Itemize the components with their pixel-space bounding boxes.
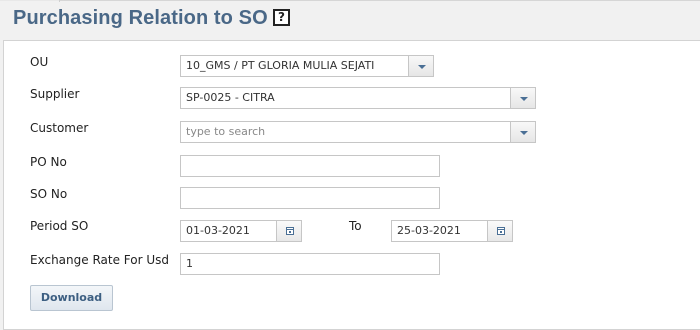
calendar-icon xyxy=(286,227,294,235)
so-no-label: SO No xyxy=(30,187,68,201)
ou-label: OU xyxy=(30,55,49,69)
exchange-rate-input[interactable]: 1 xyxy=(180,253,440,275)
download-button[interactable]: Download xyxy=(30,285,113,311)
help-icon[interactable]: ? xyxy=(273,9,290,26)
customer-label: Customer xyxy=(30,121,89,135)
customer-dropdown-button[interactable] xyxy=(510,121,536,143)
supplier-dropdown-button[interactable] xyxy=(510,87,536,109)
supplier-label: Supplier xyxy=(30,87,80,101)
period-from-calendar-button[interactable] xyxy=(276,220,302,242)
period-from-input[interactable]: 01-03-2021 xyxy=(180,220,277,242)
calendar-icon xyxy=(497,227,505,235)
exchange-rate-label: Exchange Rate For Usd xyxy=(30,253,169,267)
ou-dropdown-button[interactable] xyxy=(408,55,434,77)
chevron-down-icon xyxy=(520,97,528,101)
period-to-calendar-button[interactable] xyxy=(487,220,513,242)
top-divider xyxy=(60,0,700,1)
period-to-input[interactable]: 25-03-2021 xyxy=(391,220,488,242)
period-to-label: To xyxy=(349,219,362,233)
period-so-label: Period SO xyxy=(30,219,89,233)
po-no-label: PO No xyxy=(30,155,67,169)
top-divider-left xyxy=(0,0,60,1)
po-no-input[interactable] xyxy=(180,155,440,177)
so-no-input[interactable] xyxy=(180,187,440,209)
ou-select[interactable]: 10_GMS / PT GLORIA MULIA SEJATI xyxy=(180,55,409,77)
customer-search-input[interactable]: type to search xyxy=(180,121,511,143)
chevron-down-icon xyxy=(520,131,528,135)
page-title: Purchasing Relation to SO xyxy=(13,7,268,29)
supplier-select[interactable]: SP-0025 - CITRA xyxy=(180,87,511,109)
chevron-down-icon xyxy=(418,65,426,69)
